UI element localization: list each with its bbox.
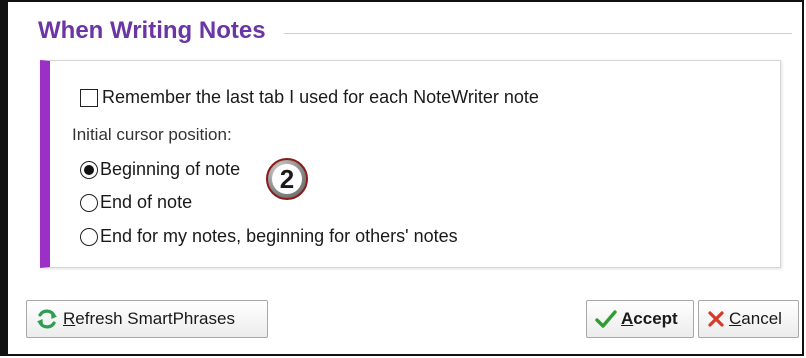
cancel-mnemonic: C (729, 309, 742, 328)
cancel-label: ancel (741, 309, 782, 328)
remember-tab-checkbox[interactable] (80, 88, 98, 107)
cursor-position-label: Initial cursor position: (72, 125, 232, 144)
refresh-label: efresh SmartPhrases (75, 309, 235, 328)
refresh-icon (35, 307, 59, 331)
section-title: When Writing Notes (38, 17, 266, 44)
remember-tab-label: Remember the last tab I used for each No… (102, 87, 539, 107)
radio-end-for-my-notes[interactable]: End for my notes, beginning for others' … (80, 226, 458, 247)
step-number-badge: 2 (266, 158, 308, 200)
accept-mnemonic: A (621, 309, 634, 328)
section-divider (283, 32, 792, 34)
x-icon (707, 310, 725, 328)
note-options-panel: Remember the last tab I used for each No… (40, 60, 781, 268)
window-bottom-border (8, 354, 804, 356)
remember-tab-option[interactable]: Remember the last tab I used for each No… (80, 87, 539, 108)
cancel-button[interactable]: Cancel (698, 300, 799, 338)
radio-beginning-of-note[interactable]: Beginning of note (80, 159, 240, 180)
radio-button[interactable] (80, 193, 98, 212)
radio-button-selected[interactable] (80, 160, 98, 179)
refresh-mnemonic: R (63, 309, 76, 328)
accept-label: ccept (633, 309, 678, 328)
radio-label: End for my notes, beginning for others' … (100, 226, 458, 246)
radio-label: End of note (100, 192, 193, 212)
step-number: 2 (272, 164, 302, 194)
checkmark-icon (595, 309, 617, 329)
radio-button[interactable] (80, 227, 98, 246)
radio-end-of-note[interactable]: End of note (80, 192, 192, 213)
accept-button[interactable]: Accept (586, 300, 694, 338)
radio-label: Beginning of note (100, 159, 241, 179)
section-header: When Writing Notes (38, 12, 792, 50)
refresh-smartphrases-button[interactable]: Refresh SmartPhrases (26, 300, 268, 338)
